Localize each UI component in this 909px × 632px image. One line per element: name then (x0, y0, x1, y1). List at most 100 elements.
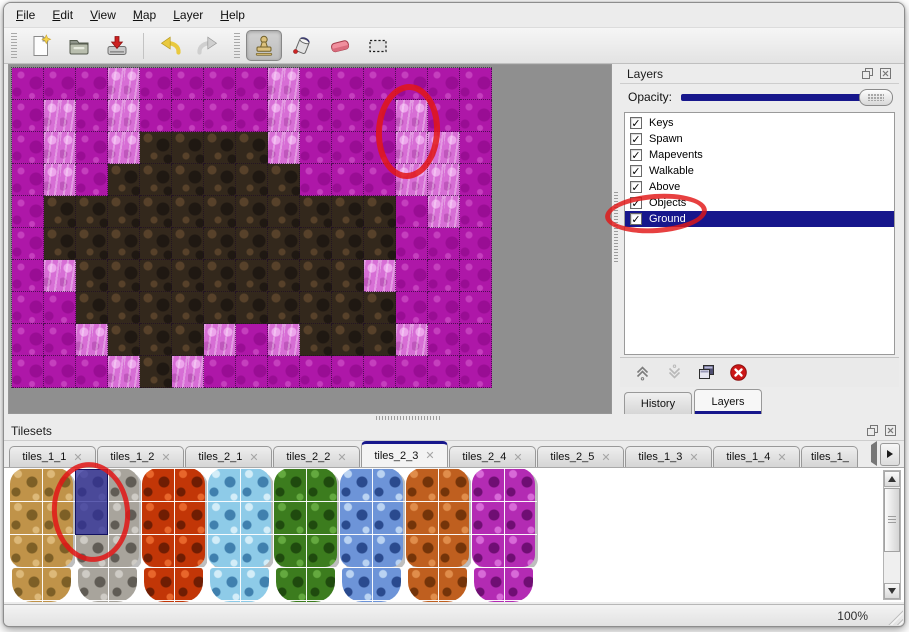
map-tile[interactable] (76, 324, 108, 356)
layer-checkbox[interactable]: ✓ (630, 117, 642, 129)
close-panel-icon[interactable] (884, 424, 897, 437)
map-tile[interactable] (236, 164, 268, 196)
map-tile[interactable] (76, 260, 108, 292)
map-tile[interactable] (300, 292, 332, 324)
tileset-scrollbar[interactable] (883, 470, 901, 600)
map-tile[interactable] (140, 228, 172, 260)
map-tile[interactable] (172, 100, 204, 132)
map-tile[interactable] (268, 324, 300, 356)
map-tile[interactable] (364, 260, 396, 292)
map-tile[interactable] (364, 324, 396, 356)
map-tile[interactable] (300, 356, 332, 388)
map-tile[interactable] (76, 100, 108, 132)
tileset-tab-tiles_2_1[interactable]: tiles_2_1✕ (185, 446, 272, 467)
scrollbar-thumb[interactable] (884, 488, 900, 552)
map-tile[interactable] (300, 164, 332, 196)
map-tile[interactable] (396, 68, 428, 100)
float-panel-icon[interactable] (861, 67, 874, 80)
map-tile[interactable] (332, 100, 364, 132)
close-tab-icon[interactable]: ✕ (249, 451, 258, 464)
map-tile[interactable] (76, 68, 108, 100)
map-tile[interactable] (12, 356, 44, 388)
map-tile[interactable] (140, 260, 172, 292)
map-tile[interactable] (172, 68, 204, 100)
map-tile[interactable] (236, 292, 268, 324)
map-tile[interactable] (204, 164, 236, 196)
layer-row-mapevents[interactable]: ✓Mapevents (625, 147, 894, 163)
layer-row-objects[interactable]: ✓Objects (625, 195, 894, 211)
float-panel-icon[interactable] (866, 424, 879, 437)
close-tab-icon[interactable]: ✕ (425, 449, 434, 462)
stamp-tool-button[interactable] (246, 30, 282, 61)
map-tile[interactable] (268, 68, 300, 100)
map-grid[interactable] (11, 67, 492, 388)
layer-list[interactable]: ✓Keys✓Spawn✓Mapevents✓Walkable✓Above✓Obj… (624, 112, 895, 355)
map-tile[interactable] (12, 196, 44, 228)
map-tile[interactable] (300, 228, 332, 260)
tileset-palette-lava-red[interactable] (141, 468, 207, 602)
map-tile[interactable] (204, 292, 236, 324)
map-tile[interactable] (364, 196, 396, 228)
tileset-content[interactable] (4, 467, 904, 602)
map-tile[interactable] (268, 356, 300, 388)
map-tile[interactable] (140, 164, 172, 196)
map-tile[interactable] (204, 228, 236, 260)
map-tile[interactable] (460, 68, 492, 100)
map-tile[interactable] (108, 68, 140, 100)
map-tile[interactable] (428, 100, 460, 132)
map-tile[interactable] (460, 260, 492, 292)
map-tile[interactable] (44, 100, 76, 132)
map-tile[interactable] (460, 196, 492, 228)
map-tile[interactable] (428, 164, 460, 196)
map-tile[interactable] (364, 356, 396, 388)
map-tile[interactable] (332, 68, 364, 100)
vertical-splitter[interactable] (612, 64, 620, 414)
map-tile[interactable] (76, 132, 108, 164)
map-tile[interactable] (172, 132, 204, 164)
map-tile[interactable] (108, 228, 140, 260)
map-tile[interactable] (428, 228, 460, 260)
map-tile[interactable] (364, 292, 396, 324)
map-tile[interactable] (268, 228, 300, 260)
scrollbar-down-button[interactable] (884, 583, 900, 599)
map-tile[interactable] (172, 228, 204, 260)
map-tile[interactable] (332, 196, 364, 228)
map-tile[interactable] (236, 324, 268, 356)
map-tile[interactable] (204, 196, 236, 228)
menu-layer[interactable]: Layer (173, 8, 203, 22)
close-tab-icon[interactable]: ✕ (601, 451, 610, 464)
map-tile[interactable] (12, 324, 44, 356)
map-tile[interactable] (44, 292, 76, 324)
map-tile[interactable] (204, 68, 236, 100)
map-tile[interactable] (300, 68, 332, 100)
map-tile[interactable] (44, 228, 76, 260)
map-tile[interactable] (428, 260, 460, 292)
map-tile[interactable] (268, 196, 300, 228)
close-tab-icon[interactable]: ✕ (513, 451, 522, 464)
move-layer-up-button[interactable] (633, 363, 652, 382)
map-tile[interactable] (428, 292, 460, 324)
map-tile[interactable] (460, 324, 492, 356)
map-tile[interactable] (44, 260, 76, 292)
close-tab-icon[interactable]: ✕ (337, 451, 346, 464)
tileset-palette-crystal-blue[interactable] (339, 468, 405, 602)
tileset-tab-tiles_1_4[interactable]: tiles_1_4✕ (713, 446, 800, 467)
tileset-palette-magenta-vine[interactable] (471, 468, 537, 602)
map-tile[interactable] (172, 324, 204, 356)
map-tile[interactable] (460, 100, 492, 132)
map-tile[interactable] (12, 164, 44, 196)
close-tab-icon[interactable]: ✕ (777, 451, 786, 464)
tileset-tab-tiles_1_2[interactable]: tiles_1_2✕ (97, 446, 184, 467)
map-tile[interactable] (172, 292, 204, 324)
map-canvas-panel[interactable] (8, 64, 612, 414)
map-tile[interactable] (332, 164, 364, 196)
map-tile[interactable] (76, 292, 108, 324)
map-tile[interactable] (76, 164, 108, 196)
opacity-slider[interactable] (681, 89, 893, 106)
map-tile[interactable] (300, 324, 332, 356)
map-tile[interactable] (172, 196, 204, 228)
map-tile[interactable] (396, 196, 428, 228)
map-tile[interactable] (460, 228, 492, 260)
map-tile[interactable] (204, 324, 236, 356)
map-tile[interactable] (12, 132, 44, 164)
